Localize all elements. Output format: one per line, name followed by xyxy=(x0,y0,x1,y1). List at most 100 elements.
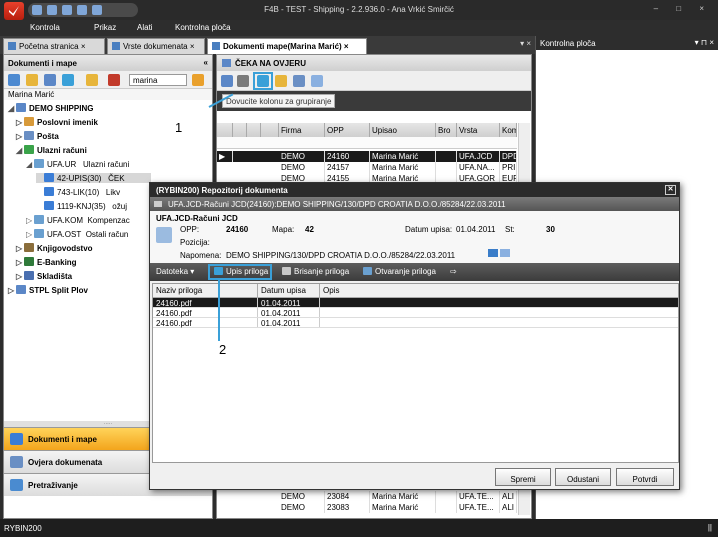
datoteka-menu[interactable]: Datoteka ▾ xyxy=(156,267,194,276)
open-attachment-icon xyxy=(363,267,372,275)
col-datum-upisa[interactable]: Datum upisa xyxy=(258,284,320,297)
warehouse-icon xyxy=(24,271,34,280)
book-icon xyxy=(24,243,34,252)
add-attachment-icon xyxy=(214,267,223,275)
spremi-button[interactable]: Spremi xyxy=(495,468,551,486)
tree-node-ufa-ost[interactable]: ▷ UFA.OST Ostali račun xyxy=(26,229,128,239)
table-row[interactable]: 24160.pdf 01.04.2011 xyxy=(153,318,678,328)
filter-icon[interactable] xyxy=(62,74,74,86)
tree-node-42-upis[interactable]: 42-UPIS(30) ČEK xyxy=(36,173,151,183)
tree-node-stpl-split[interactable]: ▷ STPL Split Plov xyxy=(8,285,88,295)
otvaranje-priloga-button[interactable]: Otvaranje priloga xyxy=(363,267,436,276)
tree-node-knjigovodstvo[interactable]: ▷ Knjigovodstvo xyxy=(16,243,93,253)
grid-icon[interactable] xyxy=(221,75,233,87)
approve-icon xyxy=(10,456,23,468)
folder-icon[interactable] xyxy=(86,74,98,86)
document-icon xyxy=(212,42,220,50)
table-row[interactable]: 24160.pdf 01.04.2011 xyxy=(153,308,678,318)
folder-icon xyxy=(34,215,44,224)
table-row[interactable]: DEMO 23083 Marina Marić UFA.TE... ALI xyxy=(217,502,517,513)
tree-node-posta[interactable]: ▷ Pošta xyxy=(16,131,59,141)
brisanje-priloga-button[interactable]: Brisanje priloga xyxy=(282,267,349,276)
documents-icon xyxy=(10,433,23,445)
title-bar: F4B - TEST - Shipping - 2.2.936.0 - Ana … xyxy=(0,0,718,20)
col-naziv-priloga[interactable]: Naziv priloga xyxy=(153,284,258,297)
tree-node-e-banking[interactable]: ▷ E-Banking xyxy=(16,257,77,267)
odustani-button[interactable]: Odustani xyxy=(555,468,611,486)
tree-node-poslovni-imenik[interactable]: ▷ Poslovni imenik xyxy=(16,117,98,127)
opp-value: 24160 xyxy=(226,225,249,234)
edit-icon[interactable] xyxy=(44,74,56,86)
col-opis[interactable]: Opis xyxy=(320,284,678,297)
refresh-icon[interactable] xyxy=(8,74,20,86)
home-icon xyxy=(8,42,16,50)
tree-node-1119-knj[interactable]: 1119-KNJ(35) ožuj xyxy=(36,201,127,211)
table-row[interactable]: ▶ DEMO 24160 Marina Marić UFA.JCD DPD xyxy=(217,151,517,162)
export-icon[interactable] xyxy=(311,75,323,87)
folder-icon xyxy=(44,187,54,196)
contacts-icon xyxy=(24,117,34,126)
link-icon[interactable] xyxy=(488,249,498,257)
col-opp[interactable]: OPP xyxy=(325,123,370,137)
menu-prikaz[interactable]: Prikaz xyxy=(94,23,116,32)
document-icon[interactable] xyxy=(233,123,247,137)
grid-icon[interactable] xyxy=(217,123,233,137)
attachment-highlight xyxy=(253,72,273,90)
tree-node-ufa-ur[interactable]: ◢ UFA.UR Ulazni računi xyxy=(26,159,129,169)
current-user: Marina Marić xyxy=(4,89,212,100)
callout-2-number: 2 xyxy=(219,342,227,357)
col-firma[interactable]: Firma xyxy=(279,123,325,137)
table-row[interactable]: DEMO 23084 Marina Marić UFA.TE... ALI xyxy=(217,491,517,502)
attachment-icon[interactable] xyxy=(247,123,261,137)
delete-attachment-icon xyxy=(282,267,291,275)
search-input[interactable] xyxy=(129,74,187,86)
panel-controls[interactable]: ▾ ⊓ × xyxy=(695,38,714,47)
dialog-subtitle: UFA.JCD-Računi JCD(24160):DEMO SHIPPING/… xyxy=(150,197,679,211)
group-by-bar[interactable]: Dovucite kolonu za grupiranje xyxy=(217,91,531,111)
tab-pocetna-stranica[interactable]: Početna stranica × xyxy=(3,38,105,54)
tree-node-ulazni-racuni[interactable]: ◢ Ulazni računi xyxy=(16,145,87,155)
potvrdi-button[interactable]: Potvrdi xyxy=(616,468,674,486)
menu-kontrolna-ploca[interactable]: Kontrolna ploča xyxy=(175,23,231,32)
menu-alati[interactable]: Alati xyxy=(137,23,153,32)
tree-node-ufa-kom[interactable]: ▷ UFA.KOM Kompenzac xyxy=(26,215,130,225)
callout-2-line xyxy=(218,279,220,341)
upis-priloga-button[interactable]: Upis priloga xyxy=(214,267,268,276)
window-controls[interactable]: – □ × xyxy=(654,4,712,13)
tree-node-skladista[interactable]: ▷ Skladišta xyxy=(16,271,72,281)
tab-dokumenti-mape[interactable]: Dokumenti mape(Marina Marić) × xyxy=(207,38,367,54)
dialog-title: (RYBIN200) Repozitorij dokumenta ✕ xyxy=(150,183,679,197)
folder-icon[interactable] xyxy=(275,75,287,87)
right-panel-header: Kontrolna ploča ▾ ⊓ × xyxy=(536,36,718,50)
tab-vrste-dokumenata[interactable]: Vrste dokumenata × xyxy=(107,38,205,54)
col-vrsta[interactable]: Vrsta xyxy=(457,123,500,137)
tree-node-743-lik[interactable]: 743-LIK(10) Likv xyxy=(36,187,120,197)
datum-value: 01.04.2011 xyxy=(456,225,496,234)
repository-dialog: (RYBIN200) Repozitorij dokumenta ✕ UFA.J… xyxy=(149,182,680,490)
edit-icon[interactable] xyxy=(237,75,249,87)
doc-name: UFA.JCD-Računi JCD xyxy=(156,214,238,223)
grid-filter-row[interactable] xyxy=(217,137,517,149)
col-upisao[interactable]: Upisao xyxy=(370,123,436,137)
forward-icon[interactable]: ⇨ xyxy=(450,267,457,276)
tree-node-demo-shipping[interactable]: ◢ DEMO SHIPPING xyxy=(8,103,93,113)
main-toolbar xyxy=(217,71,531,91)
table-row[interactable]: 24160.pdf 01.04.2011 xyxy=(153,298,678,308)
folder-add-icon[interactable] xyxy=(26,74,38,86)
col-kom[interactable]: Kom xyxy=(500,123,517,137)
collapse-icon[interactable]: « xyxy=(204,58,208,67)
tab-controls[interactable]: ▾ × xyxy=(520,39,531,48)
print-icon[interactable] xyxy=(293,75,305,87)
col-bro[interactable]: Bro xyxy=(436,123,457,137)
status-grip: || xyxy=(707,523,712,532)
search-icon[interactable] xyxy=(192,74,204,86)
close-icon[interactable]: ✕ xyxy=(665,185,676,195)
delete-icon[interactable] xyxy=(108,74,120,86)
menu-kontrola[interactable]: Kontrola xyxy=(30,23,60,32)
company-icon xyxy=(16,285,26,294)
attachments-table: Naziv priloga Datum upisa Opis 24160.pdf… xyxy=(152,283,679,463)
table-row[interactable]: DEMO 24157 Marina Marić UFA.NA... PRI xyxy=(217,162,517,173)
status-icon[interactable] xyxy=(261,123,279,137)
attachment-icon[interactable] xyxy=(500,249,510,257)
status-bar: RYBIN200 || xyxy=(0,519,718,537)
